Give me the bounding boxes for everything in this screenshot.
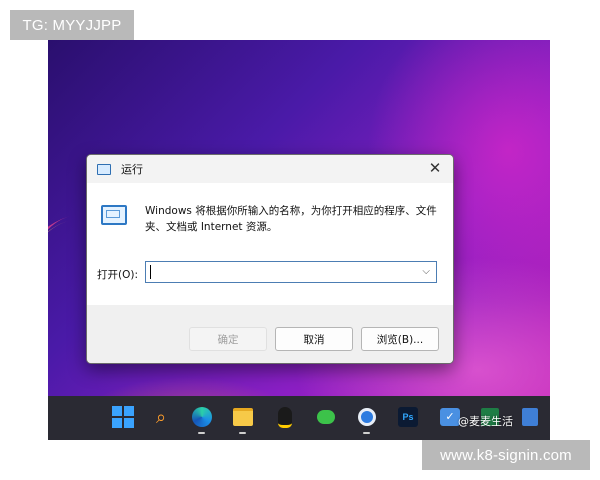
dialog-titlebar[interactable]: 运行 ✕ <box>87 155 453 183</box>
ok-button[interactable]: 确定 <box>189 327 267 351</box>
dialog-body: Windows 将根据你所输入的名称，为你打开相应的程序、文件夹、文档或 Int… <box>87 183 453 305</box>
dialog-description: Windows 将根据你所输入的名称，为你打开相应的程序、文件夹、文档或 Int… <box>145 205 437 233</box>
dialog-title: 运行 <box>121 163 143 176</box>
edge-icon[interactable] <box>190 406 214 434</box>
wechat-icon[interactable] <box>314 406 338 428</box>
run-dialog: 运行 ✕ Windows 将根据你所输入的名称，为你打开相应的程序、文件夹、文档… <box>86 154 454 364</box>
windows-start-icon[interactable] <box>111 406 135 428</box>
cancel-button[interactable]: 取消 <box>275 327 353 351</box>
corner-watermark: @麦麦生活 <box>458 415 513 428</box>
chart-app-icon[interactable] <box>518 406 542 428</box>
bottom-watermark-tag: www.k8-signin.com <box>422 440 590 470</box>
search-icon[interactable]: ⌕ <box>149 406 173 428</box>
run-app-icon <box>97 163 111 175</box>
qq-icon[interactable] <box>273 406 297 428</box>
photoshop-icon[interactable]: Ps <box>396 406 420 428</box>
open-label: 打开(O): <box>97 269 138 281</box>
browse-button[interactable]: 浏览(B)... <box>361 327 439 351</box>
top-watermark-tag: TG: MYYJJPP <box>10 10 134 40</box>
text-caret <box>150 265 151 279</box>
chevron-down-icon[interactable]: ⌵ <box>422 266 430 277</box>
close-icon[interactable]: ✕ <box>427 160 443 176</box>
chrome-icon[interactable] <box>355 406 379 434</box>
run-window-icon <box>101 205 127 225</box>
file-explorer-icon[interactable] <box>231 406 255 434</box>
desktop-screenshot: 运行 ✕ Windows 将根据你所输入的名称，为你打开相应的程序、文件夹、文档… <box>48 40 550 440</box>
dialog-button-bar: 确定 取消 浏览(B)... <box>87 305 453 363</box>
open-input[interactable]: ⌵ <box>145 261 437 283</box>
